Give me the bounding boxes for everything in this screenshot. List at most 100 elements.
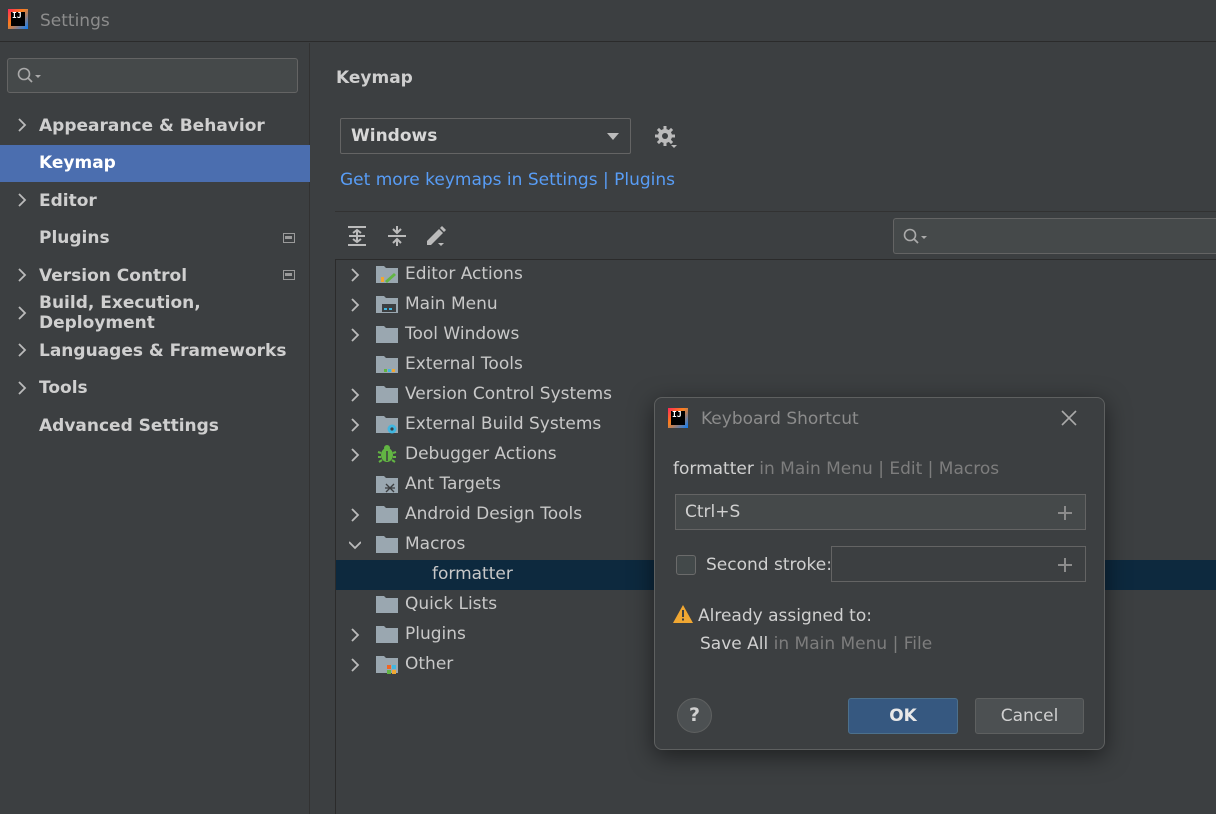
chevron-right-icon[interactable]: [349, 628, 361, 642]
chevron-right-icon[interactable]: [15, 343, 29, 357]
chevron-right-icon[interactable]: [349, 298, 361, 312]
window-title: Settings: [40, 11, 110, 31]
folder-icon: [376, 536, 398, 553]
tree-item-label: Debugger Actions: [405, 444, 557, 464]
sidebar-item-label: Appearance & Behavior: [39, 115, 265, 136]
folder-icon: [376, 626, 398, 643]
folder-icon: [376, 386, 398, 403]
tree-item-tool-windows[interactable]: Tool Windows: [336, 320, 1216, 350]
project-level-icon: [283, 270, 295, 280]
sidebar-item-languages-frameworks[interactable]: Languages & Frameworks: [0, 332, 310, 370]
settings-sidebar: Appearance & Behavior Keymap Editor Plugins…: [0, 43, 310, 814]
chevron-right-icon[interactable]: [349, 508, 361, 522]
chevron-right-icon[interactable]: [349, 388, 361, 402]
title-bar: IJ Settings: [0, 0, 1216, 42]
sidebar-item-build-execution-deployment[interactable]: Build, Execution, Deployment: [0, 293, 310, 334]
first-stroke-field[interactable]: Ctrl+S: [675, 494, 1086, 530]
sidebar-tree: Appearance & Behavior Keymap Editor Plugins…: [0, 107, 310, 445]
already-assigned-label: Already assigned to:: [698, 606, 872, 626]
external-tools-folder-icon: [376, 356, 398, 373]
sidebar-item-version-control[interactable]: Version Control: [0, 257, 310, 295]
cancel-button[interactable]: Cancel: [975, 698, 1084, 734]
action-name: formatter: [673, 459, 754, 479]
tree-item-label: Plugins: [405, 624, 466, 644]
help-button[interactable]: ?: [677, 698, 712, 733]
sidebar-item-keymap[interactable]: Keymap: [0, 144, 310, 182]
second-stroke-checkbox[interactable]: [676, 555, 696, 575]
sidebar-item-label: Editor: [39, 190, 97, 211]
second-stroke-label: Second stroke:: [706, 555, 832, 575]
warning-icon: [673, 605, 693, 623]
folder-icon: [376, 326, 398, 343]
chevron-right-icon[interactable]: [349, 448, 361, 462]
tree-item-label: Macros: [405, 534, 466, 554]
editor-actions-folder-icon: [376, 266, 398, 283]
bug-icon: [377, 445, 397, 463]
chevron-right-icon[interactable]: [15, 380, 29, 395]
chevron-right-icon[interactable]: [15, 305, 29, 320]
dialog-title: Keyboard Shortcut: [701, 409, 859, 429]
expand-all-icon[interactable]: [345, 224, 369, 248]
tree-item-label: Ant Targets: [405, 474, 501, 494]
sidebar-item-label: Version Control: [39, 265, 188, 286]
get-more-keymaps-link[interactable]: Get more keymaps in Settings | Plugins: [340, 170, 675, 190]
main-menu-folder-icon: [376, 296, 398, 313]
settings-search-input[interactable]: [7, 58, 298, 93]
tree-item-label: External Tools: [405, 354, 523, 374]
plus-icon[interactable]: [1057, 505, 1073, 521]
keymap-select-value: Windows: [351, 126, 438, 146]
action-context: formatter in Main Menu | Edit | Macros: [673, 459, 999, 479]
keyboard-shortcut-dialog: IJ Keyboard Shortcut formatter in Main M…: [654, 397, 1105, 750]
close-icon[interactable]: [1060, 409, 1078, 427]
folder-icon: [376, 506, 398, 523]
page-title: Keymap: [336, 68, 413, 88]
action-path: in Main Menu | Edit | Macros: [753, 459, 1000, 479]
sidebar-item-editor[interactable]: Editor: [0, 182, 310, 220]
tree-item-label: Main Menu: [405, 294, 498, 314]
project-level-icon: [283, 232, 295, 243]
tree-item-external-tools[interactable]: External Tools: [336, 350, 1216, 380]
keymap-select[interactable]: Windows: [340, 118, 631, 154]
chevron-right-icon[interactable]: [349, 328, 361, 342]
tree-item-label: Tool Windows: [405, 324, 520, 344]
intellij-app-icon: IJ: [8, 9, 28, 29]
shortcut-search-input[interactable]: [893, 218, 1216, 254]
second-stroke-field[interactable]: [831, 546, 1086, 582]
build-systems-folder-icon: [376, 416, 398, 434]
search-icon: [17, 67, 41, 83]
sidebar-item-tools[interactable]: Tools: [0, 370, 310, 408]
sidebar-item-plugins[interactable]: Plugins: [0, 220, 310, 258]
gear-icon[interactable]: [654, 125, 680, 151]
tree-item-label: Version Control Systems: [405, 384, 613, 404]
tree-item-label: Editor Actions: [405, 264, 523, 284]
sidebar-item-label: Plugins: [39, 228, 110, 249]
sidebar-item-label: Build, Execution, Deployment: [39, 293, 201, 334]
sidebar-item-appearance-behavior[interactable]: Appearance & Behavior: [0, 107, 310, 145]
tree-item-label: Other: [405, 654, 454, 674]
ok-button[interactable]: OK: [848, 698, 958, 734]
chevron-right-icon[interactable]: [349, 418, 361, 432]
tree-item-label: External Build Systems: [405, 414, 602, 434]
chevron-right-icon[interactable]: [15, 193, 29, 207]
chevron-right-icon[interactable]: [349, 268, 361, 282]
conflict-action: Save All: [700, 634, 769, 654]
sidebar-item-advanced-settings[interactable]: Advanced Settings: [0, 407, 310, 445]
intellij-app-icon: IJ: [668, 408, 688, 428]
other-folder-icon: [376, 656, 398, 674]
tree-item-editor-actions[interactable]: Editor Actions: [336, 260, 1216, 290]
chevron-right-icon[interactable]: [15, 118, 29, 132]
edit-shortcut-icon[interactable]: [424, 224, 448, 248]
chevron-down-icon[interactable]: [349, 538, 361, 552]
plus-icon[interactable]: [1057, 557, 1073, 573]
conflict-path: in Main Menu | File: [768, 634, 933, 654]
sidebar-item-label: Advanced Settings: [39, 415, 219, 436]
first-stroke-value: Ctrl+S: [685, 502, 741, 522]
tree-item-main-menu[interactable]: Main Menu: [336, 290, 1216, 320]
sidebar-item-label: Keymap: [39, 153, 116, 174]
tree-item-label: Android Design Tools: [405, 504, 583, 524]
chevron-right-icon[interactable]: [349, 658, 361, 672]
ant-folder-icon: [376, 476, 398, 493]
chevron-right-icon[interactable]: [15, 268, 29, 282]
sidebar-item-label: Tools: [39, 378, 88, 399]
collapse-all-icon[interactable]: [385, 224, 409, 248]
